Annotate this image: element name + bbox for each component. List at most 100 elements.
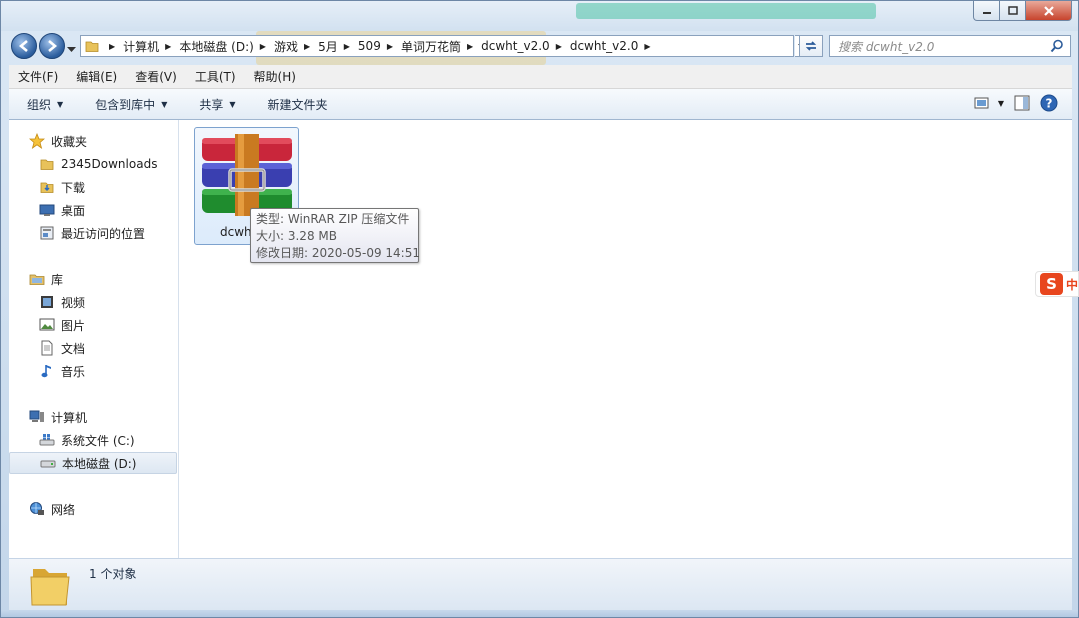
breadcrumb-separator[interactable]: ▶ (556, 42, 562, 51)
breadcrumb-games[interactable]: 游戏 (274, 38, 298, 55)
window-bottom-border (1, 610, 1078, 617)
file-list-area[interactable]: dcwht 类型: WinRAR ZIP 压缩文件 大小: 3.28 MB 修改… (179, 120, 1072, 558)
folder-icon (39, 156, 55, 172)
preview-pane-icon (1014, 95, 1030, 111)
breadcrumb-separator[interactable]: ▶ (165, 42, 171, 51)
arrow-right-icon (48, 40, 58, 52)
file-info-tooltip: 类型: WinRAR ZIP 压缩文件 大小: 3.28 MB 修改日期: 20… (250, 208, 420, 263)
music-icon (39, 363, 55, 379)
title-bar (1, 1, 1078, 31)
close-icon (1043, 5, 1054, 16)
tooltip-type: 类型: WinRAR ZIP 压缩文件 (256, 212, 410, 226)
sidebar-group-favorites[interactable]: 收藏夹 (9, 130, 177, 152)
back-button[interactable] (11, 33, 37, 59)
menu-tools[interactable]: 工具(T) (186, 68, 245, 85)
refresh-button[interactable] (799, 35, 823, 57)
downloads-folder-icon (39, 179, 55, 195)
tooltip-modified: 修改日期: 2020-05-09 14:51 (256, 246, 420, 260)
new-folder-button[interactable]: 新建文件夹 (250, 96, 342, 113)
tooltip-size: 大小: 3.28 MB (256, 229, 337, 243)
breadcrumb-509[interactable]: 509 (358, 39, 381, 53)
toolbar-right-group: ▼ ? (974, 94, 1058, 112)
breadcrumb-kaleidoscope[interactable]: 单词万花筒 (401, 38, 461, 55)
breadcrumb-separator[interactable]: ▶ (109, 42, 115, 51)
ime-language-indicator[interactable]: 中 (1066, 276, 1078, 293)
chevron-down-icon: ▼ (57, 99, 64, 109)
sidebar-item-pictures[interactable]: 图片 (9, 314, 177, 336)
maximize-icon (1007, 5, 1018, 15)
menu-view[interactable]: 查看(V) (126, 68, 186, 85)
ime-toolbar[interactable]: S 中 (1035, 271, 1079, 297)
sidebar-item-downloads[interactable]: 下载 (9, 176, 177, 198)
arrow-left-icon (18, 40, 28, 52)
forward-button[interactable] (39, 33, 65, 59)
sidebar-item-documents[interactable]: 文档 (9, 337, 177, 359)
sidebar-item-desktop[interactable]: 桌面 (9, 199, 177, 221)
breadcrumb-drive-d[interactable]: 本地磁盘 (D:) (179, 38, 253, 55)
address-row: ▶ 计算机 ▶ 本地磁盘 (D:) ▶ 游戏 ▶ 5月 ▶ 509 ▶ 单词万花… (9, 33, 1072, 61)
search-placeholder: 搜索 dcwht_v2.0 (838, 39, 935, 54)
menu-file[interactable]: 文件(F) (9, 68, 67, 85)
folder-icon (85, 41, 99, 52)
maximize-button[interactable] (1000, 1, 1026, 21)
recent-pages-dropdown[interactable] (67, 42, 76, 56)
help-button[interactable]: ? (1040, 94, 1058, 112)
document-icon (39, 340, 55, 356)
address-bar[interactable]: ▶ 计算机 ▶ 本地磁盘 (D:) ▶ 游戏 ▶ 5月 ▶ 509 ▶ 单词万花… (80, 35, 794, 57)
library-icon (29, 271, 45, 287)
preview-pane-button[interactable] (1014, 95, 1030, 111)
hard-drive-icon (40, 455, 56, 471)
item-count: 1 个对象 (89, 567, 137, 581)
menu-bar: 文件(F) 编辑(E) 查看(V) 工具(T) 帮助(H) (9, 65, 1072, 89)
sidebar-item-recent-places[interactable]: 最近访问的位置 (9, 222, 177, 244)
menu-edit[interactable]: 编辑(E) (67, 68, 126, 85)
share-button[interactable]: 共享 ▼ (181, 96, 249, 113)
breadcrumb-separator[interactable]: ▶ (467, 42, 473, 51)
folder-icon (30, 569, 70, 606)
search-input[interactable]: 搜索 dcwht_v2.0 (829, 35, 1071, 57)
chevron-down-icon[interactable]: ▼ (998, 99, 1004, 108)
breadcrumb-dcwht-current[interactable]: dcwht_v2.0 (570, 39, 639, 53)
sidebar-group-libraries[interactable]: 库 (9, 268, 177, 290)
view-icon (974, 97, 989, 109)
chevron-down-icon: ▼ (229, 99, 236, 109)
search-icon[interactable] (1050, 39, 1064, 53)
star-icon (29, 133, 45, 149)
include-in-library-button[interactable]: 包含到库中 ▼ (77, 96, 181, 113)
minimize-icon (982, 11, 991, 14)
sidebar-item-drive-d[interactable]: 本地磁盘 (D:) (9, 452, 177, 474)
change-view-button[interactable]: ▼ (974, 96, 1004, 110)
computer-icon (29, 409, 45, 425)
navigation-pane: 收藏夹 2345Downloads 下载 桌面 最近访问的位置 库 视频 图片 … (9, 120, 179, 558)
sidebar-group-network[interactable]: 网络 (9, 498, 177, 520)
video-icon (39, 294, 55, 310)
sidebar-item-videos[interactable]: 视频 (9, 291, 177, 313)
sidebar-item-2345downloads[interactable]: 2345Downloads (9, 153, 177, 175)
background-glass-highlight (576, 3, 876, 19)
breadcrumb-separator[interactable]: ▶ (260, 42, 266, 51)
breadcrumb-separator[interactable]: ▶ (304, 42, 310, 51)
chevron-down-icon: ▼ (161, 99, 168, 109)
network-icon (29, 501, 45, 517)
sogou-logo-icon[interactable]: S (1040, 273, 1063, 295)
details-pane: 1 个对象 (9, 558, 1072, 612)
sidebar-item-music[interactable]: 音乐 (9, 360, 177, 382)
command-bar: 组织 ▼ 包含到库中 ▼ 共享 ▼ 新建文件夹 ▼ ? (9, 89, 1072, 120)
recent-places-icon (39, 225, 55, 241)
chevron-down-icon (67, 47, 76, 52)
menu-help[interactable]: 帮助(H) (245, 68, 305, 85)
explorer-window: ▶ 计算机 ▶ 本地磁盘 (D:) ▶ 游戏 ▶ 5月 ▶ 509 ▶ 单词万花… (0, 0, 1079, 618)
breadcrumb-dcwht-parent[interactable]: dcwht_v2.0 (481, 39, 550, 53)
sidebar-group-computer[interactable]: 计算机 (9, 406, 177, 428)
breadcrumb-separator[interactable]: ▶ (644, 42, 650, 51)
breadcrumb-separator[interactable]: ▶ (387, 42, 393, 51)
sidebar-item-drive-c[interactable]: 系统文件 (C:) (9, 429, 177, 451)
organize-button[interactable]: 组织 ▼ (9, 96, 77, 113)
minimize-button[interactable] (973, 1, 1000, 21)
breadcrumb-computer[interactable]: 计算机 (123, 38, 159, 55)
breadcrumb-may[interactable]: 5月 (318, 38, 338, 55)
breadcrumb-separator[interactable]: ▶ (344, 42, 350, 51)
system-drive-icon (39, 432, 55, 448)
close-button[interactable] (1026, 1, 1072, 21)
picture-icon (39, 317, 55, 333)
